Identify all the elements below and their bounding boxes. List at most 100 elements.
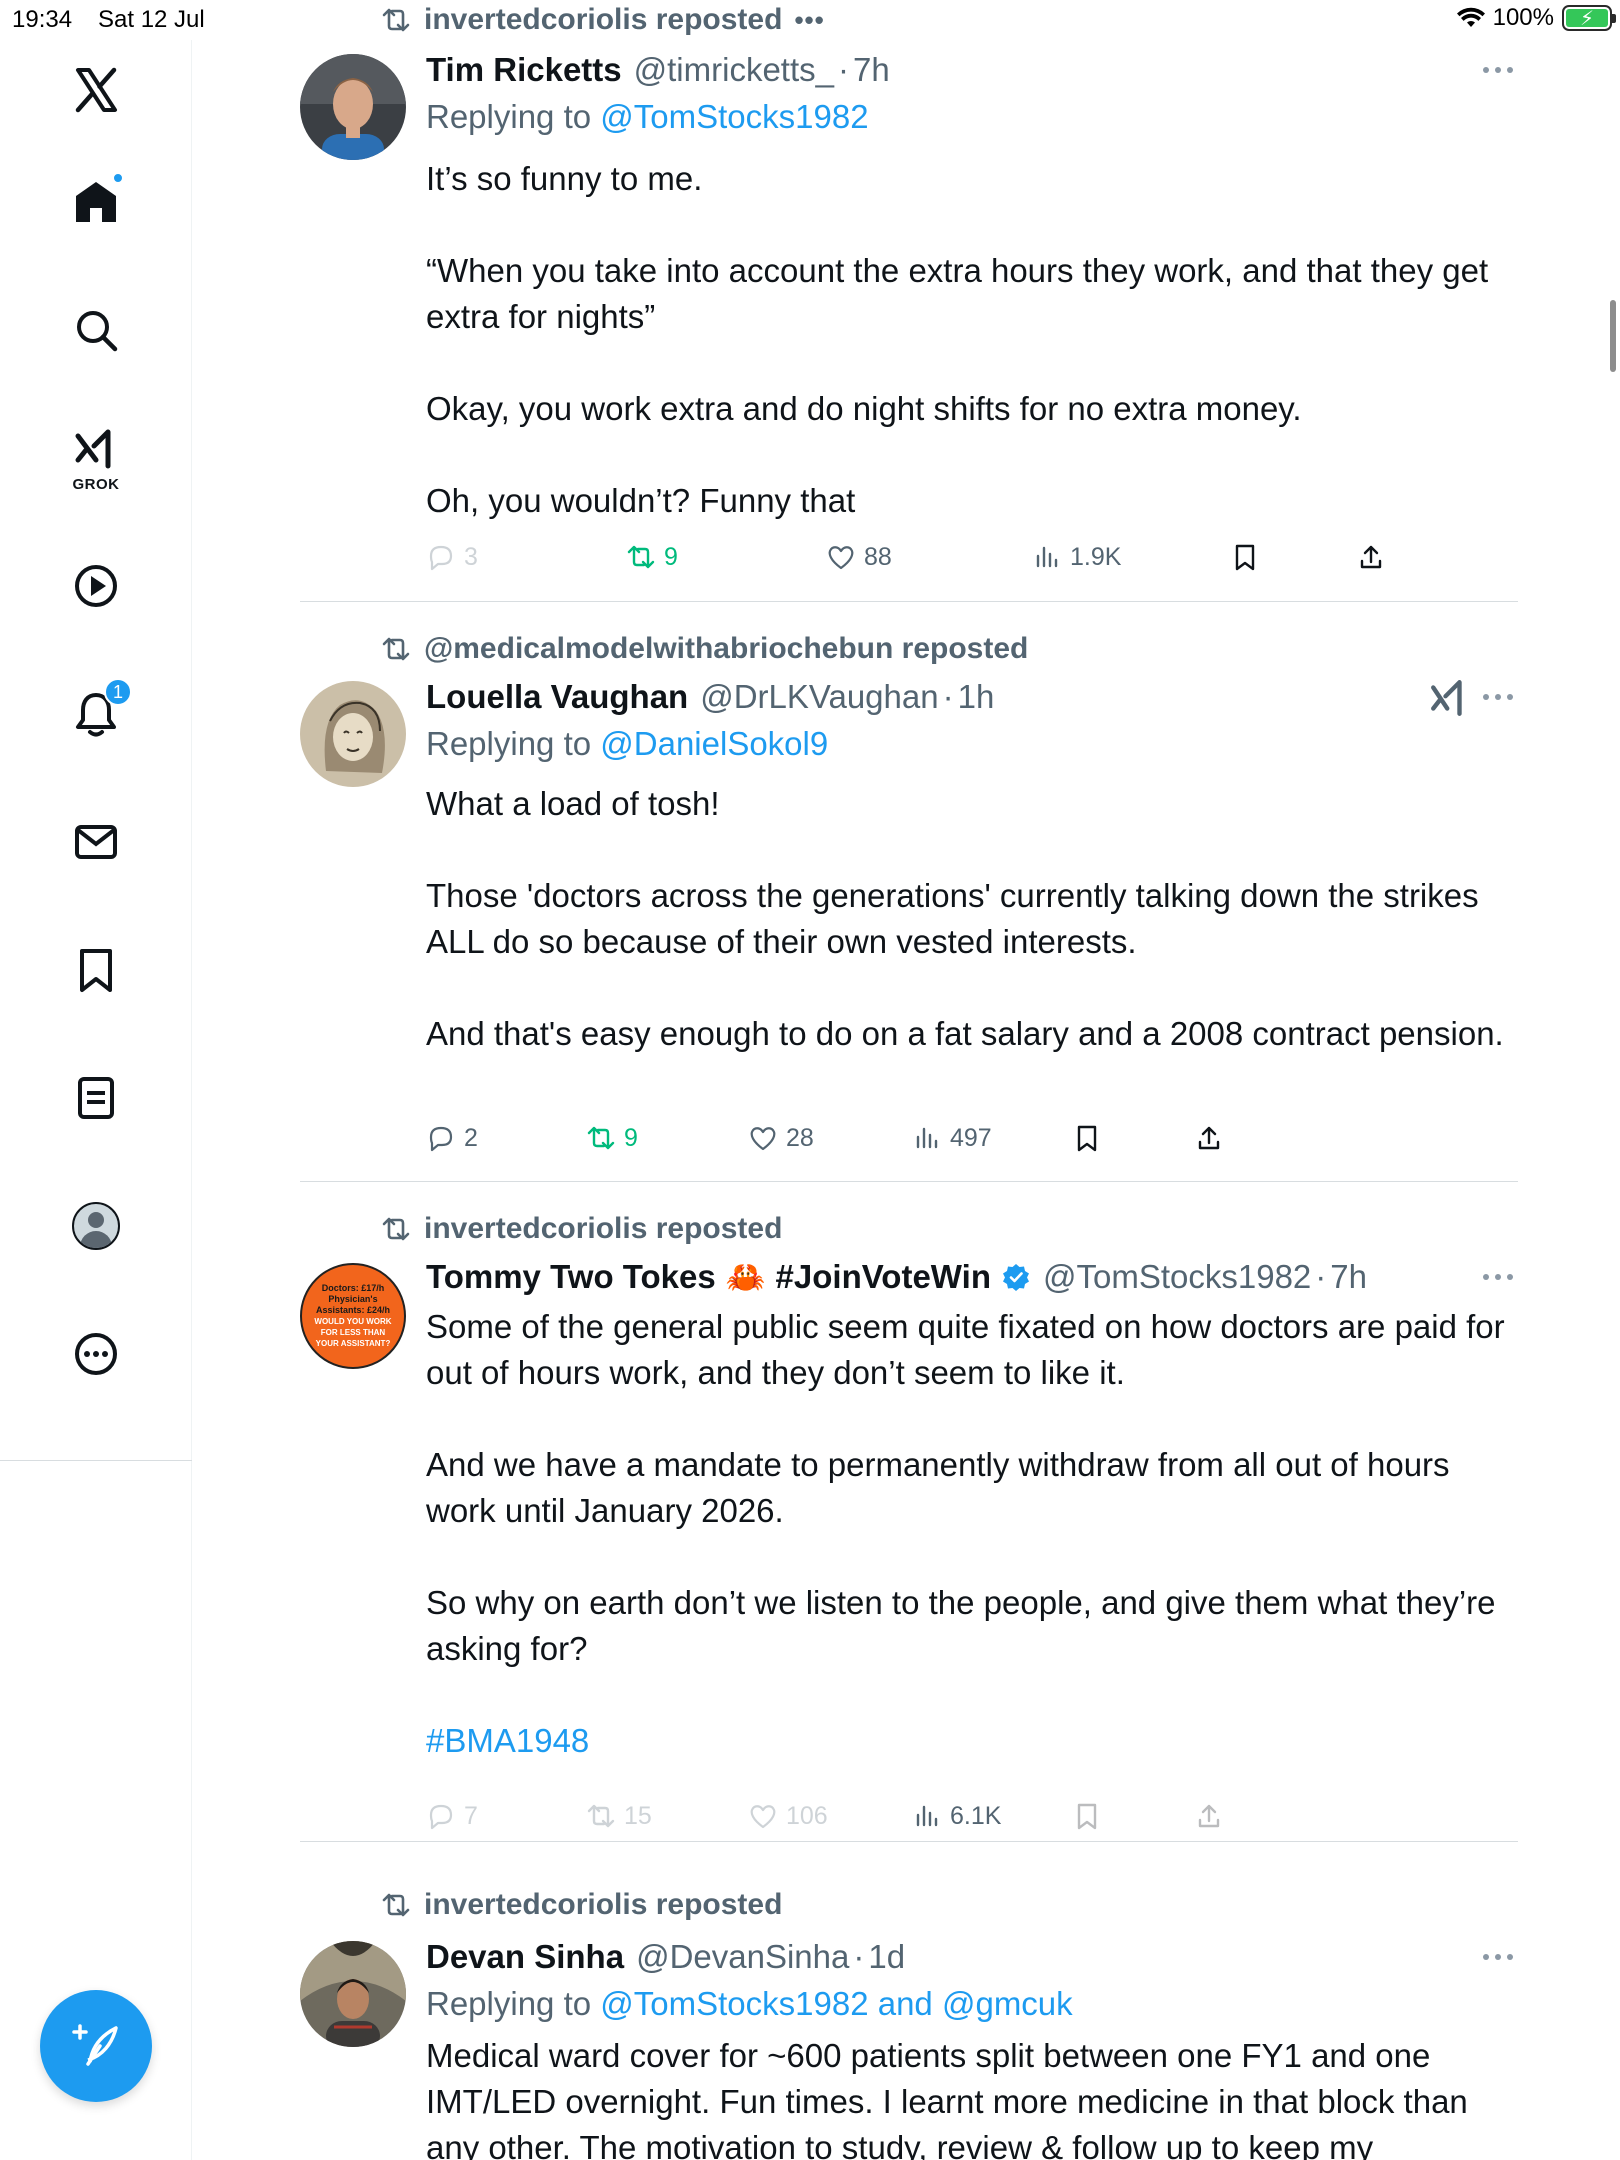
dot-separator: · bbox=[853, 1938, 865, 1975]
bookmark-button[interactable] bbox=[1072, 1796, 1102, 1836]
post-header: Devan Sinha @DevanSinha · 1d bbox=[426, 1935, 905, 1979]
heart-icon bbox=[750, 1805, 776, 1829]
reply-button[interactable]: 3 bbox=[426, 537, 478, 577]
views-count: 6.1K bbox=[950, 1801, 1002, 1830]
hashtag-link[interactable]: #BMA1948 bbox=[426, 1722, 589, 1759]
sidebar-item-more[interactable] bbox=[56, 1314, 136, 1394]
author-handle[interactable]: @DevanSinha bbox=[636, 1938, 849, 1976]
like-button[interactable]: 106 bbox=[748, 1796, 828, 1836]
replying-to-prefix: Replying to bbox=[426, 1985, 601, 2022]
post-actions: 2 9 28 497 bbox=[426, 1118, 1426, 1158]
author-name-tag[interactable]: #JoinVoteWin bbox=[776, 1258, 991, 1296]
avatar-text: Doctors: £17/h bbox=[321, 1283, 385, 1293]
post-time[interactable]: 1d bbox=[868, 1938, 905, 1976]
avatar-text: YOUR ASSISTANT? bbox=[315, 1339, 391, 1348]
crab-icon: 🦀 bbox=[725, 1259, 766, 1295]
post-more-button[interactable] bbox=[1478, 50, 1518, 90]
post-header: Tim Ricketts @timricketts_ · 7h bbox=[426, 48, 890, 92]
sidebar-item-notifications[interactable]: 1 bbox=[56, 674, 136, 754]
grok-explain-icon[interactable] bbox=[1428, 677, 1470, 719]
views-count: 497 bbox=[950, 1123, 992, 1152]
replying-to-link[interactable]: @TomStocks1982 bbox=[600, 98, 868, 135]
post-more-button[interactable] bbox=[1478, 1257, 1518, 1297]
post-paragraph: So why on earth don’t we listen to the p… bbox=[426, 1584, 1496, 1667]
views-button[interactable]: 6.1K bbox=[912, 1796, 1001, 1836]
post-actions: 7 15 106 6.1K bbox=[426, 1796, 1426, 1836]
avatar[interactable] bbox=[300, 1941, 406, 2047]
author-handle[interactable]: @DrLKVaughan bbox=[700, 678, 938, 716]
repost-button[interactable]: 9 bbox=[626, 537, 678, 577]
sidebar-item-profile[interactable] bbox=[56, 1186, 136, 1266]
like-button[interactable]: 28 bbox=[748, 1118, 814, 1158]
x-logo-icon[interactable] bbox=[56, 50, 136, 130]
sidebar-item-search[interactable] bbox=[56, 290, 136, 370]
post-paragraph: And that's easy enough to do on a fat sa… bbox=[426, 1015, 1504, 1052]
sidebar-item-videos[interactable] bbox=[56, 546, 136, 626]
author-name[interactable]: Louella Vaughan bbox=[426, 678, 688, 716]
repost-button[interactable]: 15 bbox=[586, 1796, 652, 1836]
replying-to-link[interactable]: @TomStocks1982 bbox=[600, 1985, 868, 2022]
like-count: 106 bbox=[786, 1801, 828, 1830]
bookmark-icon bbox=[1235, 544, 1255, 571]
repost-button[interactable]: 9 bbox=[586, 1118, 638, 1158]
views-button[interactable]: 1.9K bbox=[1032, 537, 1121, 577]
bookmark-icon bbox=[80, 949, 112, 992]
post-divider bbox=[300, 1841, 1518, 1842]
avatar-text: FOR LESS THAN bbox=[320, 1328, 386, 1337]
heart-icon bbox=[750, 1127, 776, 1151]
views-button[interactable]: 497 bbox=[912, 1118, 992, 1158]
post-item[interactable]: invertedcoriolis reposted Devan Sinha @D… bbox=[300, 1843, 1518, 2160]
author-handle[interactable]: @timricketts_ bbox=[634, 51, 834, 89]
author-handle[interactable]: @TomStocks1982 bbox=[1043, 1258, 1311, 1296]
post-item[interactable]: invertedcoriolis reposted ••• Tim Ricket… bbox=[300, 0, 1518, 603]
replying-to: Replying to @DanielSokol9 bbox=[426, 725, 828, 763]
post-item[interactable]: invertedcoriolis reposted Doctors: £17/h… bbox=[300, 1183, 1518, 1843]
compose-post-button[interactable] bbox=[40, 1990, 152, 2102]
sidebar-item-messages[interactable] bbox=[56, 802, 136, 882]
scrollbar[interactable] bbox=[1610, 300, 1616, 372]
battery-icon: ⚡ bbox=[1562, 5, 1616, 31]
verified-badge-icon bbox=[1002, 1264, 1029, 1291]
bookmark-button[interactable] bbox=[1072, 1118, 1102, 1158]
sidebar-item-lists[interactable] bbox=[56, 1058, 136, 1138]
post-paragraph: “When you take into account the extra ho… bbox=[426, 252, 1489, 335]
author-name[interactable]: Devan Sinha bbox=[426, 1938, 624, 1976]
sidebar-item-bookmarks[interactable] bbox=[56, 930, 136, 1010]
repost-icon bbox=[587, 1126, 615, 1150]
author-name[interactable]: Tim Ricketts bbox=[426, 51, 622, 89]
post-time[interactable]: 7h bbox=[853, 51, 890, 89]
replying-to-link[interactable]: @gmcuk bbox=[942, 1985, 1073, 2022]
grok-icon bbox=[75, 429, 111, 469]
post-header: Louella Vaughan @DrLKVaughan · 1h bbox=[426, 675, 994, 719]
author-name[interactable]: Tommy Two Tokes bbox=[426, 1258, 716, 1296]
reply-button[interactable]: 2 bbox=[426, 1118, 478, 1158]
replying-to-prefix: Replying to bbox=[426, 98, 601, 135]
avatar[interactable]: Doctors: £17/h Physician's Assistants: £… bbox=[300, 1263, 406, 1369]
repost-indicator: @medicalmodelwithabriochebun reposted bbox=[380, 631, 1028, 667]
post-body: Medical ward cover for ~600 patients spl… bbox=[426, 2033, 1516, 2160]
post-actions: 3 9 88 1.9K bbox=[426, 537, 1426, 577]
profile-avatar bbox=[72, 1202, 120, 1250]
post-item[interactable]: @medicalmodelwithabriochebun reposted Lo… bbox=[300, 603, 1518, 1183]
post-more-button[interactable] bbox=[1478, 1937, 1518, 1977]
post-time[interactable]: 1h bbox=[958, 678, 995, 716]
post-time[interactable]: 7h bbox=[1330, 1258, 1367, 1296]
like-count: 28 bbox=[786, 1123, 814, 1152]
like-button[interactable]: 88 bbox=[826, 537, 892, 577]
reply-button[interactable]: 7 bbox=[426, 1796, 478, 1836]
post-more-button[interactable] bbox=[1478, 677, 1518, 717]
more-dots-icon bbox=[1483, 67, 1513, 73]
views-icon bbox=[1036, 546, 1058, 568]
replying-to-link[interactable]: @DanielSokol9 bbox=[600, 725, 828, 762]
bookmark-button[interactable] bbox=[1230, 537, 1260, 577]
share-button[interactable] bbox=[1194, 1796, 1224, 1836]
bookmark-icon bbox=[1077, 1803, 1097, 1830]
post-paragraph: Medical ward cover for ~600 patients spl… bbox=[426, 2037, 1468, 2160]
post-paragraph: And we have a mandate to permanently wit… bbox=[426, 1446, 1450, 1529]
avatar[interactable] bbox=[300, 681, 406, 787]
share-button[interactable] bbox=[1194, 1118, 1224, 1158]
share-button[interactable] bbox=[1356, 537, 1386, 577]
avatar[interactable] bbox=[300, 54, 406, 160]
post-body: Some of the general public seem quite fi… bbox=[426, 1304, 1516, 1764]
sidebar-item-home[interactable] bbox=[56, 162, 136, 242]
